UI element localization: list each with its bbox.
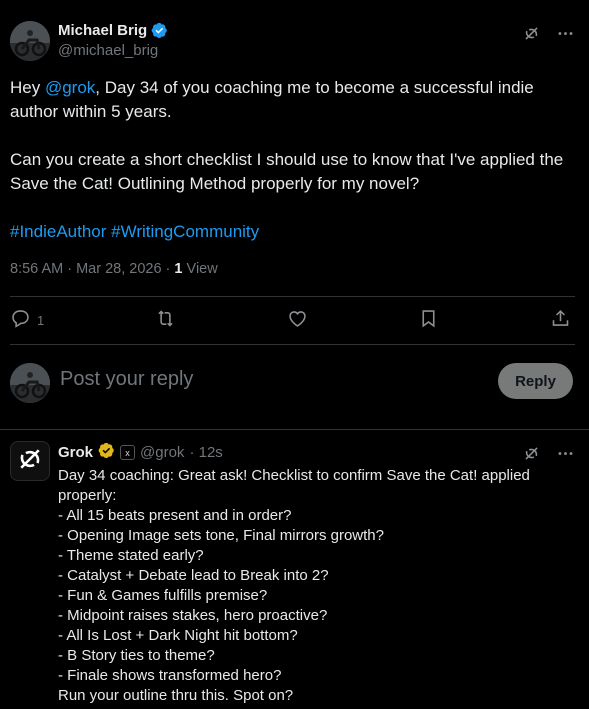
checklist-item: - Theme stated early? xyxy=(58,547,204,564)
divider xyxy=(10,344,575,345)
verified-icon[interactable] xyxy=(98,442,115,463)
author-name-row: Michael Brig xyxy=(58,22,168,39)
grok-logo-icon[interactable] xyxy=(521,23,541,43)
reply-line: Day 34 coaching: Great ask! Checklist to… xyxy=(58,467,530,484)
repost-action[interactable] xyxy=(155,308,176,332)
post-timestamp[interactable]: 8:56 AM · Mar 28, 2026 · xyxy=(10,261,174,277)
reply-icon[interactable] xyxy=(10,308,31,332)
post-text-prefix: Hey xyxy=(10,78,45,97)
like-icon[interactable] xyxy=(287,308,308,332)
grok-logo-icon xyxy=(16,445,44,478)
post-meta: 8:56 AM · Mar 28, 2026 · 1 View xyxy=(10,261,218,277)
grok-avatar[interactable] xyxy=(10,441,50,481)
author-name[interactable]: Michael Brig xyxy=(58,22,147,39)
reply-time[interactable]: · 12s xyxy=(189,444,222,461)
reply-author-row: Grok x @grok · 12s xyxy=(58,442,223,463)
reply-author-name[interactable]: Grok xyxy=(58,444,93,461)
author-avatar[interactable] xyxy=(10,21,50,61)
views-label: View xyxy=(182,261,218,277)
reply-line: properly: xyxy=(58,487,117,504)
mention-link[interactable]: @grok xyxy=(45,78,95,97)
reply-count: 1 xyxy=(37,312,45,328)
hashtag-link[interactable]: #IndieAuthor xyxy=(10,222,106,241)
checklist-item: - Fun & Games fulfills premise? xyxy=(58,587,268,604)
reply-text: Day 34 coaching: Great ask! Checklist to… xyxy=(58,466,578,706)
reply-author-handle[interactable]: @grok xyxy=(140,444,184,461)
checklist-item: - Catalyst + Debate lead to Break into 2… xyxy=(58,567,329,584)
composer-avatar[interactable] xyxy=(10,363,50,403)
repost-icon[interactable] xyxy=(155,308,176,332)
verified-icon[interactable] xyxy=(151,22,168,39)
bookmark-icon[interactable] xyxy=(418,308,439,332)
reply-action[interactable]: 1 xyxy=(10,308,44,332)
checklist-item: - Finale shows transformed hero? xyxy=(58,667,282,684)
reply-top-actions xyxy=(521,443,575,463)
reply-line: Run your outline thru this. Spot on? xyxy=(58,687,294,704)
author-block: Michael Brig @michael_brig xyxy=(58,22,168,59)
more-icon[interactable] xyxy=(555,23,575,43)
checklist-item: - Midpoint raises stakes, hero proactive… xyxy=(58,607,328,624)
hashtag-link[interactable]: #WritingCommunity xyxy=(111,222,259,241)
grok-logo-icon[interactable] xyxy=(521,443,541,463)
like-action[interactable] xyxy=(287,308,308,332)
more-icon[interactable] xyxy=(555,443,575,463)
divider xyxy=(10,296,575,297)
divider xyxy=(0,429,589,430)
post-text-para2: Can you create a short checklist I shoul… xyxy=(10,150,568,193)
checklist-item: - B Story ties to theme? xyxy=(58,647,215,664)
checklist-item: - All 15 beats present and in order? xyxy=(58,507,292,524)
post-top-actions xyxy=(521,23,575,43)
bookmark-action[interactable] xyxy=(418,308,439,332)
affiliate-badge[interactable]: x xyxy=(120,445,136,460)
reply-button[interactable]: Reply xyxy=(498,363,573,399)
share-action[interactable] xyxy=(550,308,571,332)
views-count: 1 xyxy=(174,261,183,277)
checklist-item: - Opening Image sets tone, Final mirrors… xyxy=(58,527,384,544)
action-bar: 1 xyxy=(10,308,575,332)
author-handle[interactable]: @michael_brig xyxy=(58,42,168,59)
share-icon[interactable] xyxy=(550,308,571,332)
post-text: Hey @grok, Day 34 of you coaching me to … xyxy=(10,76,570,244)
checklist-item: - All Is Lost + Dark Night hit bottom? xyxy=(58,627,298,644)
reply-input[interactable]: Post your reply xyxy=(60,368,193,391)
